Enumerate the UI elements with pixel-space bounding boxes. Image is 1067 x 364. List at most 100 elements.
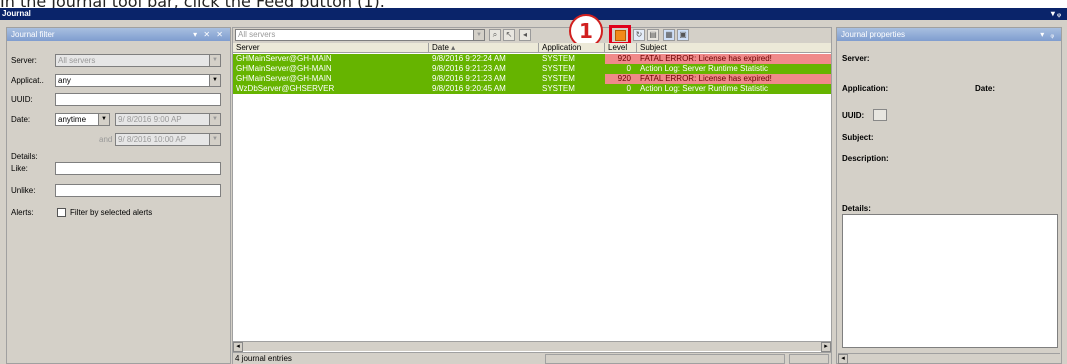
uuid-label: UUID: (11, 95, 33, 104)
cell-subject: FATAL ERROR: License has expired! (637, 54, 831, 64)
cell-application: SYSTEM (542, 64, 575, 73)
window-controls[interactable]: ▾ ᵩ (1051, 8, 1061, 20)
instruction-caption: In the Journal tool bar, click the Feed … (0, 0, 1067, 8)
server-select[interactable]: All servers ▼ (55, 54, 221, 67)
and-label: and (99, 135, 113, 144)
cell-date: 9/8/2016 9:20:45 AM (432, 84, 506, 93)
journal-toolbar: All servers ▼ ⌕ ↖ ◂ ↻ ▤ ▦ ▣ 1 (233, 14, 831, 48)
scroll-left-icon[interactable]: ◂ (233, 342, 243, 352)
application-select[interactable]: any ▼ (55, 74, 221, 87)
cell-application: SYSTEM (542, 84, 575, 93)
cell-server: GHMainServer@GH-MAIN (236, 64, 332, 73)
cell-level: 920 (605, 74, 637, 84)
prop-details-label: Details: (842, 204, 871, 213)
details-label: Details: (11, 152, 38, 161)
server-filter-combo-value: All servers (238, 30, 276, 39)
filter-pane-title: Journal filter (11, 30, 55, 39)
journal-grid-header: Server Date ▴ Application Level Subject (233, 43, 831, 53)
date-from-value: 9/ 8/2016 9:00 AP (118, 115, 182, 124)
table-row[interactable]: GHMainServer@GH-MAIN 9/8/2016 9:21:23 AM S… (233, 74, 831, 84)
cell-server: WzDbServer@GHSERVER (236, 84, 335, 93)
cell-level: 0 (626, 64, 631, 73)
journal-properties-pane: Journal properties ▾ ᵩ Server: Applicati… (836, 27, 1062, 364)
chevron-down-icon[interactable]: ▼ (473, 30, 484, 40)
back-icon[interactable]: ◂ (519, 29, 531, 41)
cell-application: SYSTEM (542, 74, 575, 83)
chevron-down-icon[interactable]: ▼ (209, 55, 220, 66)
like-input[interactable] (55, 162, 221, 175)
journal-window-titlebar: Journal ▾ ᵩ (0, 8, 1067, 20)
cell-date: 9/8/2016 9:21:23 AM (432, 74, 506, 83)
properties-pane-title: Journal properties (841, 30, 906, 39)
column-header-subject[interactable]: Subject (637, 43, 831, 53)
journal-filter-pane: Journal filter ▾ ✕ ✕ Server: All servers… (6, 27, 231, 364)
prop-subject-label: Subject: (842, 133, 874, 142)
feed-button-highlight (609, 25, 631, 45)
filter-alerts-checkbox-label: Filter by selected alerts (70, 208, 153, 217)
filter-alerts-checkbox[interactable] (57, 208, 66, 217)
status-segment (789, 354, 829, 364)
sort-asc-icon: ▴ (451, 43, 456, 52)
date-mode-select[interactable]: anytime ▼ (55, 113, 110, 126)
horizontal-scrollbar[interactable]: ◂ ▸ (233, 341, 831, 352)
application-select-value: any (58, 76, 71, 85)
cell-application: SYSTEM (542, 54, 575, 63)
cell-subject: FATAL ERROR: License has expired! (637, 74, 831, 84)
prop-description-label: Description: (842, 154, 889, 163)
column-header-application[interactable]: Application (539, 43, 605, 53)
date-mode-value: anytime (58, 115, 87, 124)
cell-level: 0 (626, 84, 631, 93)
refresh-icon[interactable]: ↻ (633, 29, 645, 41)
alerts-label: Alerts: (11, 208, 34, 217)
cell-server: GHMainServer@GH-MAIN (236, 74, 332, 83)
cursor-icon[interactable]: ↖ (503, 29, 515, 41)
server-select-value: All servers (58, 56, 96, 65)
print-icon[interactable]: ▣ (677, 29, 689, 41)
workspace: Journal filter ▾ ✕ ✕ Server: All servers… (0, 14, 1067, 364)
table-row[interactable]: GHMainServer@GH-MAIN 9/8/2016 9:22:24 AM S… (233, 54, 831, 64)
column-header-server[interactable]: Server (233, 43, 429, 53)
prop-application-label: Application: (842, 84, 889, 93)
cell-level: 920 (605, 54, 637, 64)
column-header-date-label: Date (432, 43, 449, 52)
date-to-picker[interactable]: 9/ 8/2016 10:00 AP ▼ (115, 133, 221, 146)
prop-uuid-label: UUID: (842, 111, 865, 120)
chevron-down-icon[interactable]: ▼ (209, 75, 220, 86)
column-header-date[interactable]: Date ▴ (429, 43, 539, 53)
details-textarea[interactable] (842, 214, 1058, 348)
cell-date: 9/8/2016 9:21:23 AM (432, 64, 506, 73)
uuid-copy-button[interactable] (873, 109, 887, 121)
like-label: Like: (11, 164, 28, 173)
feed-button[interactable] (615, 30, 626, 41)
properties-scrollbar[interactable]: ◂ (838, 353, 1060, 364)
properties-pane-header: Journal properties ▾ ᵩ (837, 28, 1061, 41)
scroll-right-icon[interactable]: ▸ (821, 342, 831, 352)
server-filter-combo[interactable]: All servers ▼ (235, 29, 485, 41)
server-label: Server: (11, 56, 37, 65)
status-segment (545, 354, 785, 364)
filter-pane-header: Journal filter ▾ ✕ ✕ (7, 28, 230, 41)
properties-pane-controls[interactable]: ▾ ᵩ (1040, 28, 1056, 41)
unlike-label: Unlike: (11, 186, 36, 195)
chevron-down-icon[interactable]: ▼ (209, 134, 220, 145)
entry-count: 4 journal entries (235, 354, 292, 363)
table-row[interactable]: GHMainServer@GH-MAIN 9/8/2016 9:21:23 AM S… (233, 64, 831, 74)
unlike-input[interactable] (55, 184, 221, 197)
prop-date-label: Date: (975, 84, 996, 93)
filter-pane-controls[interactable]: ▾ ✕ ✕ (193, 28, 225, 41)
export-icon[interactable]: ▦ (663, 29, 675, 41)
cell-date: 9/8/2016 9:22:24 AM (432, 54, 506, 63)
column-header-level[interactable]: Level (605, 43, 637, 53)
date-from-picker[interactable]: 9/ 8/2016 9:00 AP ▼ (115, 113, 221, 126)
date-to-value: 9/ 8/2016 10:00 AP (118, 135, 187, 144)
page-icon[interactable]: ▤ (647, 29, 659, 41)
table-row[interactable]: WzDbServer@GHSERVER 9/8/2016 9:20:45 AM SY… (233, 84, 831, 94)
window-title: Journal (2, 9, 31, 18)
chevron-down-icon[interactable]: ▼ (98, 114, 109, 125)
cell-subject: Action Log: Server Runtime Statistic (640, 64, 769, 73)
search-icon[interactable]: ⌕ (489, 29, 501, 41)
cell-subject: Action Log: Server Runtime Statistic (640, 84, 769, 93)
uuid-input[interactable] (55, 93, 221, 106)
chevron-down-icon[interactable]: ▼ (209, 114, 220, 125)
scroll-left-icon[interactable]: ◂ (838, 354, 848, 364)
